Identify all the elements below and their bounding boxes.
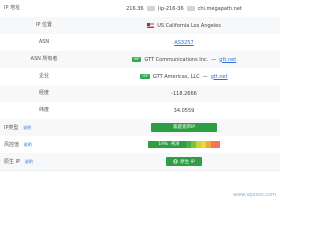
asn-owner-link[interactable]: gtt.net [219, 57, 236, 63]
row-ip-type: IP类型 说明 家庭宽带IP [0, 119, 280, 137]
asn-owner-label: ASN 所有者 [30, 56, 58, 62]
longitude-label: 经度 [38, 90, 49, 96]
ip-host-prefix: (ip-216-36 [157, 5, 184, 12]
redacted-block [186, 6, 195, 11]
row-latitude: 纬度 34.0559 [0, 102, 280, 120]
row-ip-address: IP 地址 216.36 (ip-216-36 chi.megapath.net [0, 0, 280, 18]
risk-meter: 19% 纯净 [148, 141, 220, 148]
row-native-ip: 原生 IP 说明 原生 IP [0, 153, 280, 171]
ip-location-value: US California Los Angeles [88, 17, 280, 34]
risk-indicator: 19% 纯净 [152, 141, 186, 148]
native-ip-text: 原生 IP [180, 159, 195, 165]
risk-scale [185, 141, 216, 148]
row-asn: ASN AS3257 [0, 34, 280, 52]
asn-value: AS3257 [88, 34, 280, 51]
row-risk-score: 风控值 说明 19% 纯净 [0, 136, 280, 154]
us-flag-icon [147, 23, 155, 28]
risk-high-segment [215, 141, 220, 148]
company-name: GTT Americas, LLC [152, 73, 200, 80]
asn-owner-value: ISP GTT Communications Inc. — gtt.net [131, 56, 237, 63]
asn-owner-name: GTT Communications Inc. [144, 56, 209, 63]
watermark-text: www.vpsxxs.com [233, 192, 276, 198]
redacted-block [146, 6, 155, 11]
asn-link[interactable]: AS3257 [174, 40, 193, 46]
row-longitude: 经度 -118.2666 [0, 85, 280, 103]
native-ip-label: 原生 IP [4, 159, 21, 165]
longitude-value: -118.2666 [171, 90, 197, 97]
native-ip-value: 原生 IP [88, 153, 280, 170]
row-company: 企业 ISP GTT Americas, LLC — gtt.net [0, 68, 280, 86]
globe-icon [173, 159, 178, 164]
ip-address-label: IP 地址 [4, 5, 21, 11]
location-text: US California Los Angeles [157, 22, 221, 29]
row-ip-location: IP 位置 US California Los Angeles [0, 17, 280, 35]
native-ip-badge: 原生 IP [166, 157, 202, 166]
ip-location-label: IP 位置 [35, 22, 53, 28]
ip-type-label: IP类型 [4, 125, 19, 131]
ip-type-help-link[interactable]: 说明 [23, 125, 31, 130]
row-asn-owner: ASN 所有者 ISP GTT Communications Inc. — gt… [0, 51, 280, 69]
company-label: 企业 [38, 73, 49, 79]
isp-badge: ISP [140, 74, 150, 79]
risk-value: 19% 纯净 [88, 136, 280, 153]
ip-type-label-group: IP类型 说明 [4, 119, 74, 136]
company-value: ISP GTT Americas, LLC — gtt.net [140, 73, 228, 80]
risk-label: 风控值 [4, 142, 20, 148]
risk-text: 纯净 [170, 142, 180, 147]
latitude-value: 34.0559 [173, 107, 195, 114]
ip-type-value: 家庭宽带IP [88, 119, 280, 136]
ip-host-domain: chi.megapath.net [197, 5, 242, 12]
risk-help-link[interactable]: 说明 [24, 142, 32, 147]
risk-label-group: 风控值 说明 [4, 136, 74, 153]
isp-badge: ISP [131, 57, 142, 62]
ip-address-value: 216.36 (ip-216-36 chi.megapath.net [88, 0, 280, 17]
native-ip-label-group: 原生 IP 说明 [4, 153, 74, 170]
ip-prefix: 216.36 [126, 5, 144, 12]
asn-label: ASN [38, 39, 50, 45]
ip-type-badge: 家庭宽带IP [151, 123, 217, 132]
native-ip-help-link[interactable]: 说明 [25, 159, 33, 164]
risk-percent: 19% [158, 142, 168, 147]
latitude-label: 纬度 [38, 107, 49, 113]
company-link[interactable]: gtt.net [211, 74, 228, 80]
